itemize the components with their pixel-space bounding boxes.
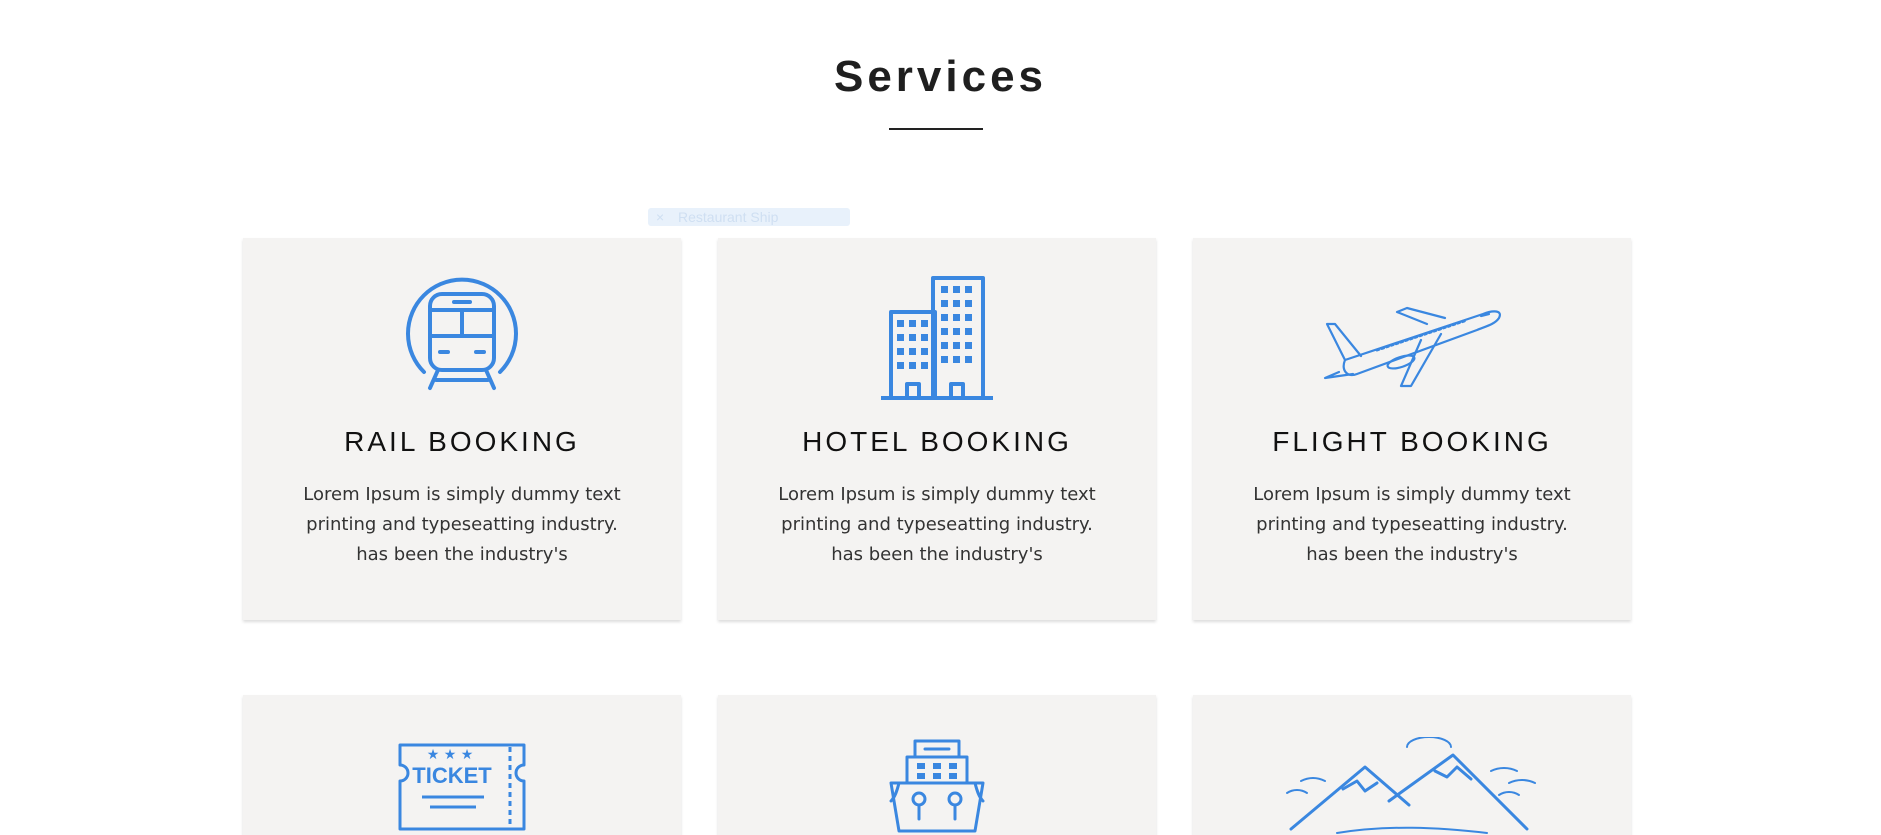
- title-underline: [889, 128, 983, 130]
- train-icon: [243, 274, 681, 404]
- ghost-tooltip-label: Restaurant Ship: [678, 209, 779, 225]
- service-card-mountains[interactable]: [1193, 695, 1631, 835]
- description-line: printing and typeseatting industry.: [306, 514, 618, 535]
- mountains-icon: [1193, 737, 1631, 835]
- description-line: has been the industry's: [356, 544, 568, 565]
- description-line: has been the industry's: [831, 544, 1043, 565]
- card-description: Lorem Ipsum is simply dummy text printin…: [768, 480, 1106, 570]
- airplane-icon: [1193, 274, 1631, 404]
- card-title: RAIL BOOKING: [344, 426, 580, 457]
- service-card-ticket[interactable]: ★ ★ ★ TICKET: [243, 695, 681, 835]
- ghost-tooltip: × Restaurant Ship: [648, 208, 850, 226]
- description-line: Lorem Ipsum is simply dummy text: [1253, 484, 1571, 505]
- ticket-icon-label: TICKET: [412, 763, 492, 788]
- service-card-hotel[interactable]: HOTEL BOOKING Lorem Ipsum is simply dumm…: [718, 238, 1156, 620]
- service-card-flight[interactable]: FLIGHT BOOKING Lorem Ipsum is simply dum…: [1193, 238, 1631, 620]
- card-title: FLIGHT BOOKING: [1272, 426, 1552, 457]
- hotel-building-icon: [718, 274, 1156, 404]
- card-description: Lorem Ipsum is simply dummy text printin…: [293, 480, 631, 570]
- service-card-cruise[interactable]: [718, 695, 1156, 835]
- card-title: HOTEL BOOKING: [802, 426, 1072, 457]
- card-description: Lorem Ipsum is simply dummy text printin…: [1243, 480, 1581, 570]
- cruise-ship-icon: [718, 737, 1156, 835]
- svg-text:★ ★ ★: ★ ★ ★: [427, 747, 474, 763]
- description-line: printing and typeseatting industry.: [1256, 514, 1568, 535]
- description-line: has been the industry's: [1306, 544, 1518, 565]
- description-line: printing and typeseatting industry.: [781, 514, 1093, 535]
- close-icon: ×: [656, 209, 665, 225]
- section-title: Services: [833, 52, 1048, 101]
- description-line: Lorem Ipsum is simply dummy text: [778, 484, 1096, 505]
- ticket-icon: ★ ★ ★ TICKET: [243, 737, 681, 835]
- description-line: Lorem Ipsum is simply dummy text: [303, 484, 621, 505]
- service-card-rail[interactable]: RAIL BOOKING Lorem Ipsum is simply dummy…: [243, 238, 681, 620]
